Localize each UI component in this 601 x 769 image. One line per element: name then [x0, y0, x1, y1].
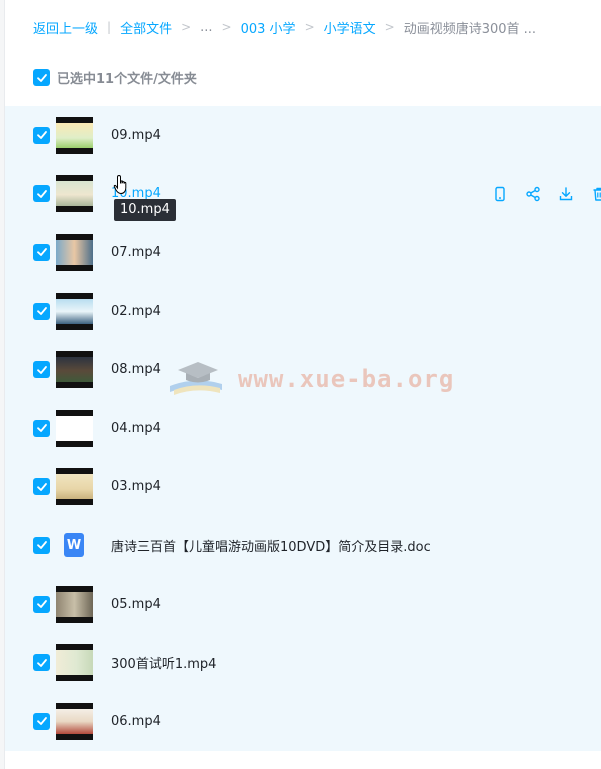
graduation-cap-logo [170, 362, 222, 395]
selection-count-label: 已选中11个文件/文件夹 [57, 72, 197, 87]
checkmark-icon [36, 307, 47, 315]
file-row[interactable]: 07.mp4 [5, 223, 601, 282]
file-row[interactable]: 06.mp4 [5, 692, 601, 751]
row-checkbox[interactable] [33, 419, 50, 437]
file-row[interactable]: 09.mp4 [5, 106, 601, 165]
video-thumbnail [56, 644, 93, 682]
checkmark-icon [36, 131, 47, 140]
file-row[interactable]: W 唐诗三百首【儿童唱游动画版10DVD】简介及目录.doc [5, 516, 601, 575]
row-checkbox[interactable] [33, 243, 50, 261]
watermark-text: www.xue-ba.org [238, 365, 455, 393]
video-thumbnail [56, 585, 93, 623]
row-checkbox[interactable] [33, 478, 50, 496]
video-thumbnail [56, 116, 93, 154]
video-thumbnail [56, 351, 93, 389]
file-row[interactable]: 04.mp4 [5, 399, 601, 458]
checkmark-icon [36, 717, 47, 726]
file-name[interactable]: 300首试听1.mp4 [111, 653, 216, 672]
breadcrumb-ellipsis[interactable]: ... [200, 20, 212, 35]
file-name[interactable]: 02.mp4 [111, 304, 161, 319]
chevron-right-icon: > [304, 20, 315, 34]
row-checkbox[interactable] [33, 185, 50, 203]
checkmark-icon [36, 73, 47, 82]
checkmark-icon [36, 189, 47, 198]
breadcrumb-all-files[interactable]: 全部文件 [120, 18, 172, 37]
file-row[interactable]: 03.mp4 [5, 458, 601, 517]
file-name[interactable]: 03.mp4 [111, 479, 161, 494]
row-checkbox[interactable] [33, 712, 50, 730]
share-icon[interactable] [523, 184, 542, 203]
hand-cursor-icon [113, 174, 127, 195]
file-row[interactable]: 300首试听1.mp4 [5, 633, 601, 692]
row-checkbox[interactable] [33, 595, 50, 613]
row-checkbox[interactable] [33, 654, 50, 672]
file-name[interactable]: 08.mp4 [111, 362, 161, 377]
file-row[interactable]: 02.mp4 [5, 282, 601, 341]
word-doc-icon: W [64, 533, 84, 558]
back-link[interactable]: 返回上一级 [33, 18, 98, 37]
checkmark-icon [36, 424, 47, 433]
video-thumbnail [56, 468, 93, 506]
download-icon[interactable] [556, 184, 575, 203]
breadcrumb-current: 动画视频唐诗300首 ... [403, 21, 537, 37]
row-checkbox[interactable] [33, 361, 50, 379]
select-all-bar: 已选中11个文件/文件夹 [33, 68, 197, 87]
checkmark-icon [36, 248, 47, 257]
file-name[interactable]: 07.mp4 [111, 245, 161, 260]
phone-icon[interactable] [490, 184, 509, 203]
checkmark-icon [36, 600, 47, 608]
row-actions [490, 184, 601, 203]
breadcrumb-level2[interactable]: 小学语文 [324, 18, 376, 37]
checkmark-icon [36, 482, 47, 491]
filename-tooltip: 10.mp4 [114, 199, 176, 221]
checkmark-icon [36, 541, 47, 550]
delete-icon[interactable] [589, 184, 601, 203]
file-name[interactable]: 04.mp4 [111, 421, 161, 436]
breadcrumb-divider: | [107, 20, 112, 34]
row-checkbox[interactable] [33, 302, 50, 320]
file-name[interactable]: 09.mp4 [111, 128, 161, 143]
file-name[interactable]: 06.mp4 [111, 714, 161, 729]
video-thumbnail [56, 409, 93, 447]
chevron-right-icon: > [181, 20, 192, 34]
file-row[interactable]: 05.mp4 [5, 575, 601, 634]
row-checkbox[interactable] [33, 126, 50, 144]
chevron-right-icon: > [384, 20, 395, 34]
video-thumbnail [56, 175, 93, 213]
row-checkbox[interactable] [33, 536, 50, 554]
file-name[interactable]: 05.mp4 [111, 597, 161, 612]
checkmark-icon [36, 365, 47, 374]
video-thumbnail [56, 702, 93, 740]
watermark: www.xue-ba.org [166, 356, 454, 402]
chevron-right-icon: > [221, 20, 232, 34]
checkmark-icon [36, 658, 47, 667]
breadcrumb: 返回上一级 | 全部文件 > ... > 003 小学 > 小学语文 > 动画视… [33, 17, 536, 37]
video-thumbnail [56, 292, 93, 330]
breadcrumb-level1[interactable]: 003 小学 [241, 18, 296, 37]
video-thumbnail [56, 233, 93, 271]
file-name[interactable]: 唐诗三百首【儿童唱游动画版10DVD】简介及目录.doc [111, 536, 431, 555]
select-all-checkbox[interactable] [33, 69, 50, 86]
